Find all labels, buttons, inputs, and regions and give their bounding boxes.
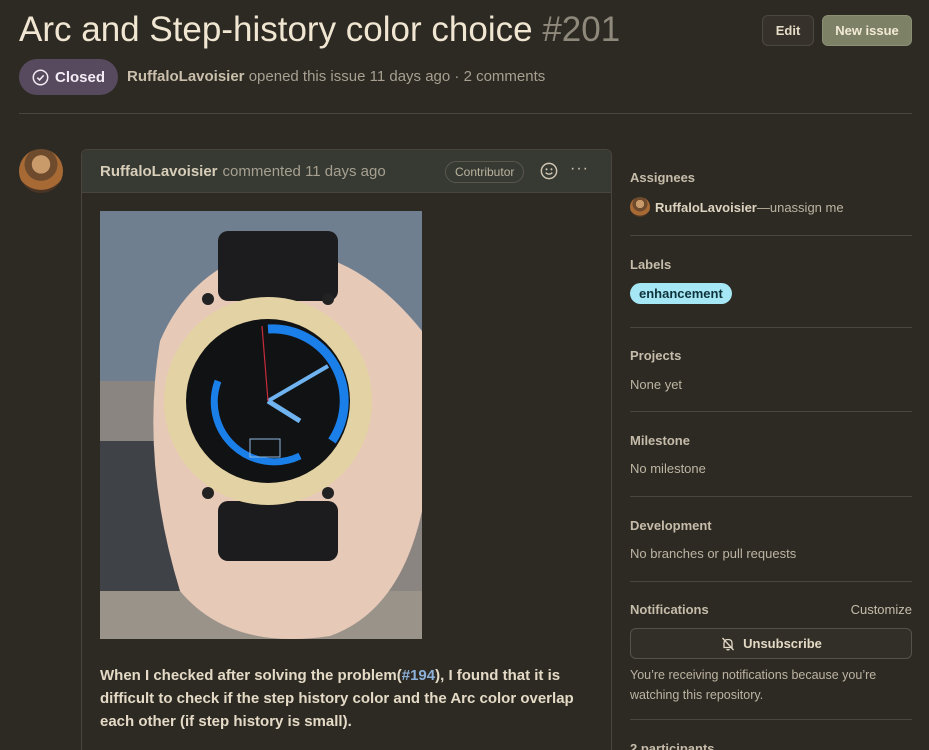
- status-label: Closed: [55, 68, 106, 86]
- watch-photo-illustration: [100, 211, 422, 639]
- comment-author-link[interactable]: RuffaloLavoisier: [100, 163, 218, 180]
- unsubscribe-label: Unsubscribe: [743, 636, 822, 651]
- smiley-icon[interactable]: [540, 162, 558, 180]
- issue-opened-text: opened this issue 11 days ago · 2 commen…: [248, 68, 546, 85]
- new-issue-button[interactable]: New issue: [822, 15, 912, 46]
- comment-photo[interactable]: [100, 211, 422, 639]
- issue-author-link[interactable]: RuffaloLavoisier: [127, 68, 245, 85]
- check-circle-icon: [32, 69, 49, 85]
- comment-box: RuffaloLavoisier commented 11 days ago C…: [81, 149, 612, 750]
- projects-value: None yet: [630, 377, 683, 392]
- header-divider: [19, 113, 912, 114]
- sidebar-divider: [630, 496, 912, 497]
- projects-heading[interactable]: Projects: [630, 348, 912, 363]
- issue-title-text: Arc and Step-history color choice: [19, 10, 533, 49]
- milestone-value: No milestone: [630, 461, 706, 476]
- comment-body: When I checked after solving the problem…: [100, 664, 600, 733]
- assignee-name[interactable]: RuffaloLavoisier: [655, 200, 757, 215]
- notifications-note: You’re receiving notifications because y…: [630, 668, 877, 702]
- labels-list: enhancement: [630, 283, 912, 304]
- labels-heading[interactable]: Labels: [630, 257, 912, 272]
- assignees-heading[interactable]: Assignees: [630, 170, 912, 185]
- sidebar-divider: [630, 581, 912, 582]
- comment-header: RuffaloLavoisier commented 11 days ago C…: [82, 150, 611, 193]
- unsubscribe-button[interactable]: Unsubscribe: [630, 628, 912, 659]
- bell-slash-icon: [722, 637, 735, 650]
- development-heading[interactable]: Development: [630, 518, 912, 533]
- sidebar-divider: [630, 327, 912, 328]
- contributor-badge: Contributor: [445, 161, 525, 183]
- edit-button[interactable]: Edit: [762, 15, 814, 46]
- issue-meta: RuffaloLavoisier opened this issue 11 da…: [127, 68, 545, 85]
- label-enhancement[interactable]: enhancement: [630, 283, 732, 304]
- issue-title: Arc and Step-history color choice #201: [19, 10, 620, 50]
- sidebar-divider: [630, 411, 912, 412]
- sidebar-divider: [630, 719, 912, 720]
- sidebar-divider: [630, 235, 912, 236]
- status-badge: Closed: [19, 59, 118, 95]
- comment-time[interactable]: commented 11 days ago: [223, 163, 386, 180]
- development-value: No branches or pull requests: [630, 546, 797, 561]
- assignee-avatar[interactable]: [630, 197, 650, 217]
- issue-number: #201: [542, 10, 621, 49]
- milestone-heading[interactable]: Milestone: [630, 433, 912, 448]
- issue-ref-link[interactable]: #194: [402, 667, 435, 684]
- participants-heading: 2 participants: [630, 741, 715, 750]
- comment-body-before: When I checked after solving the problem…: [100, 667, 402, 684]
- unassign-link[interactable]: —unassign me: [757, 200, 844, 215]
- kebab-icon[interactable]: ···: [570, 160, 589, 178]
- avatar[interactable]: [19, 149, 63, 193]
- customize-link[interactable]: Customize: [630, 602, 912, 617]
- assignee-row: RuffaloLavoisier —unassign me: [630, 197, 912, 217]
